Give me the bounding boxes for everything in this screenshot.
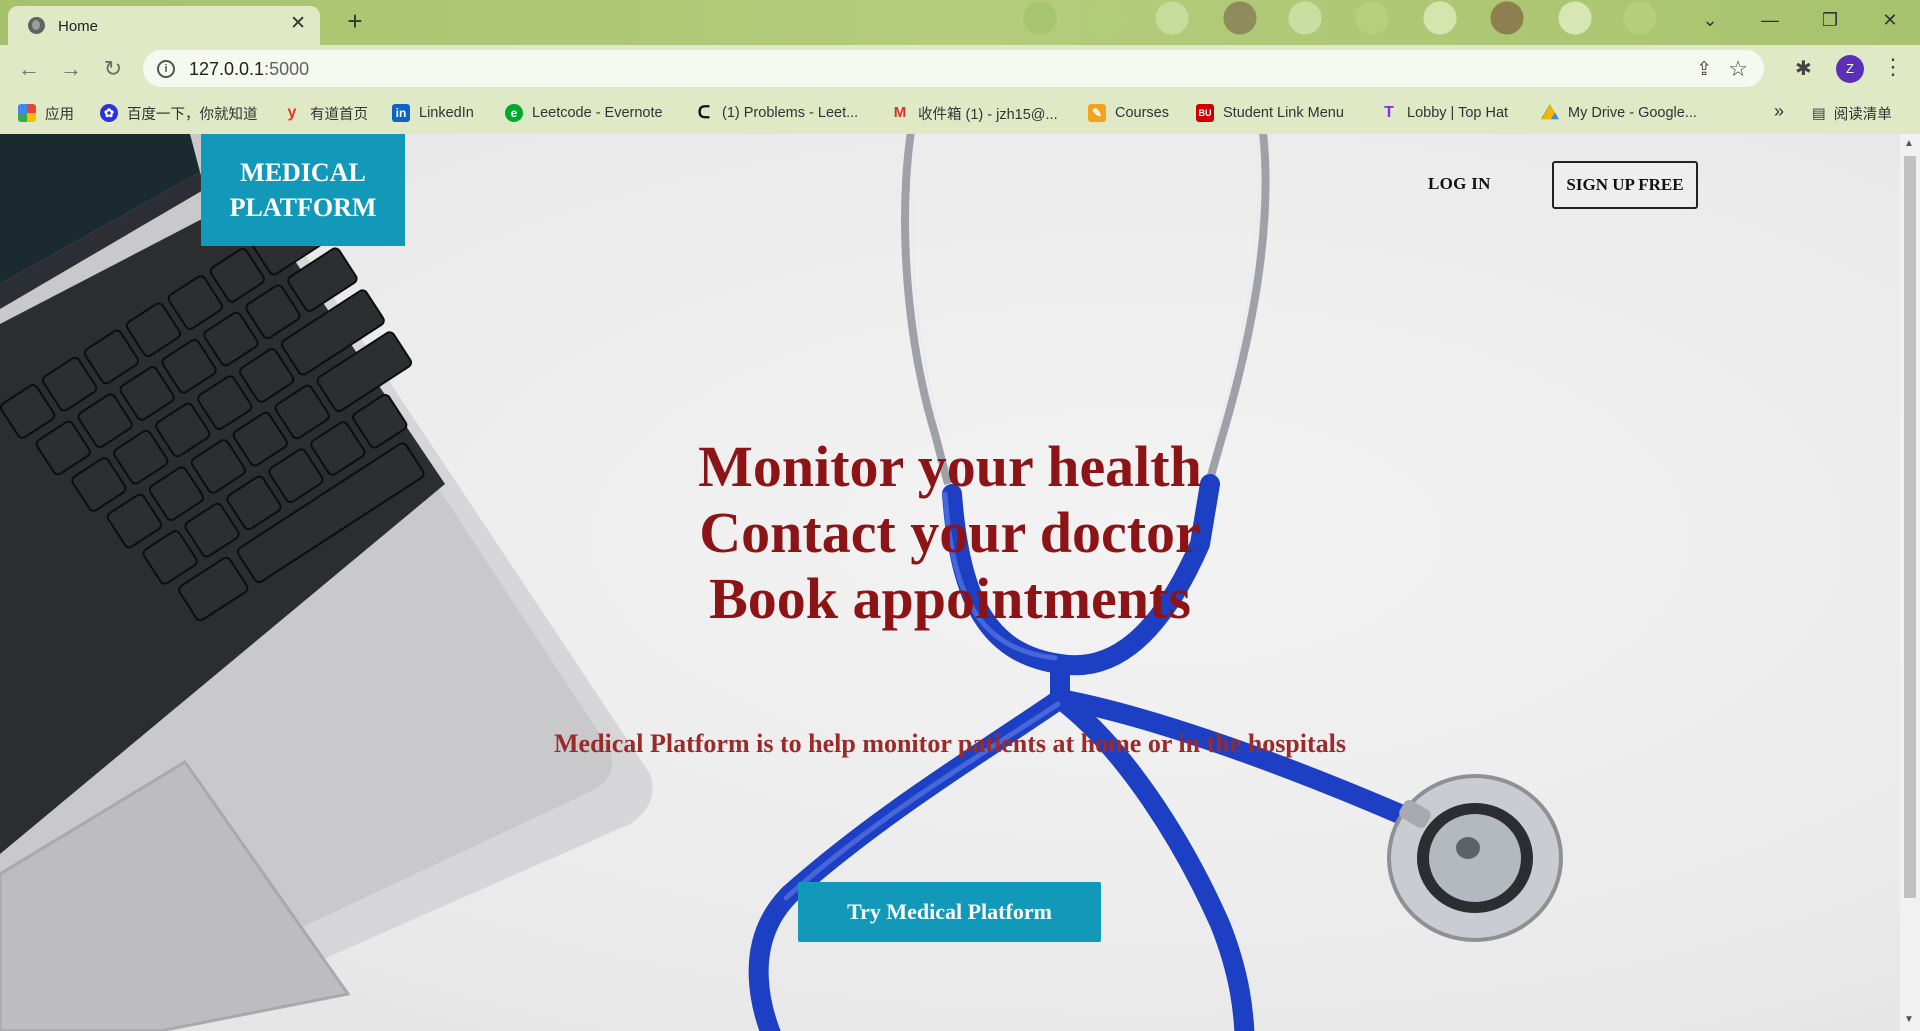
address-bar[interactable]: i 127.0.0.1:5000 ⇪ ☆: [143, 50, 1764, 87]
hero-headline: Monitor your health Contact your doctor …: [500, 434, 1400, 632]
more-bookmarks-chevron-icon[interactable]: »: [1774, 101, 1784, 122]
page-viewport: MEDICAL PLATFORM LOG IN SIGN UP FREE Mon…: [0, 134, 1900, 1031]
logo-line-1: MEDICAL: [240, 158, 366, 187]
headline-line: Monitor your health: [698, 434, 1202, 499]
bookmark-label: Courses: [1115, 105, 1169, 121]
bookmark-label: Leetcode - Evernote: [532, 105, 663, 121]
try-platform-button[interactable]: Try Medical Platform: [798, 882, 1101, 942]
bookmark-youdao[interactable]: y 有道首页: [283, 103, 368, 123]
bu-icon: BU: [1196, 104, 1214, 122]
login-link[interactable]: LOG IN: [1428, 174, 1491, 194]
leetcode-icon: ᑕ: [697, 103, 711, 122]
bookmark-tophat[interactable]: T Lobby | Top Hat: [1380, 103, 1508, 123]
bookmark-google-drive[interactable]: My Drive - Google...: [1541, 103, 1697, 123]
hero-tagline: Medical Platform is to help monitor pati…: [553, 729, 1346, 758]
evernote-icon: e: [505, 104, 523, 122]
headline-line: Book appointments: [709, 566, 1191, 631]
bookmark-label: 百度一下，你就知道: [127, 106, 258, 123]
youdao-icon: y: [287, 104, 297, 121]
bookmark-baidu[interactable]: ✿ 百度一下，你就知道: [100, 103, 258, 123]
globe-icon: [28, 17, 45, 34]
reading-list-label: 阅读清单: [1833, 107, 1892, 123]
new-tab-button[interactable]: +: [340, 8, 370, 36]
bookmark-courses[interactable]: ✎ Courses: [1088, 103, 1169, 123]
tab-search-icon[interactable]: ⌄: [1680, 4, 1740, 36]
bookmark-evernote[interactable]: e Leetcode - Evernote: [505, 103, 663, 123]
bookmark-label: My Drive - Google...: [1568, 105, 1697, 121]
url-text: 127.0.0.1:5000: [189, 59, 309, 80]
courses-icon: ✎: [1088, 104, 1106, 122]
restore-button[interactable]: ❐: [1800, 4, 1860, 36]
forward-arrow-icon[interactable]: →: [56, 55, 86, 83]
bookmark-label: LinkedIn: [419, 105, 474, 121]
google-drive-icon: [1541, 104, 1559, 120]
minimize-button[interactable]: —: [1740, 4, 1800, 36]
profile-avatar[interactable]: Z: [1836, 55, 1864, 83]
linkedin-icon: in: [392, 104, 410, 122]
bookmark-label: 有道首页: [310, 106, 368, 123]
apps-grid-icon: [18, 104, 36, 122]
bookmark-leetcode[interactable]: ᑕ (1) Problems - Leet...: [695, 103, 858, 123]
bookmark-star-icon[interactable]: ☆: [1728, 56, 1748, 82]
page-scrollbar[interactable]: ▲ ▼: [1900, 134, 1920, 1031]
bookmark-apps[interactable]: 应用: [18, 103, 74, 123]
browser-tab-home[interactable]: Home ✕: [8, 6, 320, 45]
scrollbar-thumb[interactable]: [1904, 156, 1916, 898]
bookmark-label: 应用: [45, 106, 74, 123]
close-tab-icon[interactable]: ✕: [290, 14, 306, 34]
tab-title: Home: [58, 18, 99, 35]
logo-line-2: PLATFORM: [229, 193, 377, 222]
headline-line: Contact your doctor: [699, 500, 1201, 565]
bookmark-gmail[interactable]: M 收件箱 (1) - jzh15@...: [891, 103, 1058, 123]
browser-menu-icon[interactable]: ⋮: [1882, 54, 1904, 80]
scroll-up-arrow-icon[interactable]: ▲: [1904, 138, 1914, 149]
reading-list-icon: ▤: [1812, 105, 1826, 122]
share-icon[interactable]: ⇪: [1696, 58, 1712, 81]
bookmark-label: Lobby | Top Hat: [1407, 105, 1509, 121]
browser-toolbar: ← → ↻ i 127.0.0.1:5000 ⇪ ☆ ✱ Z ⋮: [0, 45, 1920, 92]
bookmark-label: (1) Problems - Leet...: [722, 105, 859, 121]
bookmark-label: 收件箱 (1) - jzh15@...: [918, 106, 1058, 123]
reload-icon[interactable]: ↻: [98, 55, 128, 83]
tab-strip: Home ✕ + ⌄ — ❐ ✕: [0, 0, 1920, 45]
close-window-button[interactable]: ✕: [1860, 4, 1920, 36]
back-arrow-icon[interactable]: ←: [14, 55, 44, 83]
scroll-down-arrow-icon[interactable]: ▼: [1904, 1014, 1914, 1025]
tophat-icon: T: [1384, 104, 1394, 121]
gmail-icon: M: [893, 104, 907, 121]
signup-button[interactable]: SIGN UP FREE: [1552, 161, 1698, 209]
baidu-icon: ✿: [100, 104, 118, 122]
site-info-icon[interactable]: i: [157, 60, 175, 78]
reading-list-button[interactable]: ▤ 阅读清单: [1812, 103, 1892, 124]
bookmark-student-link[interactable]: BU Student Link Menu: [1196, 103, 1344, 123]
url-port: :5000: [264, 59, 310, 79]
extensions-puzzle-icon[interactable]: ✱: [1795, 56, 1812, 81]
bookmark-linkedin[interactable]: in LinkedIn: [392, 103, 474, 123]
url-host: 127.0.0.1: [189, 59, 265, 79]
bookmarks-bar: 应用 ✿ 百度一下，你就知道 y 有道首页 in LinkedIn e Leet…: [0, 92, 1920, 134]
site-logo[interactable]: MEDICAL PLATFORM: [201, 134, 405, 246]
bookmark-label: Student Link Menu: [1223, 105, 1344, 121]
